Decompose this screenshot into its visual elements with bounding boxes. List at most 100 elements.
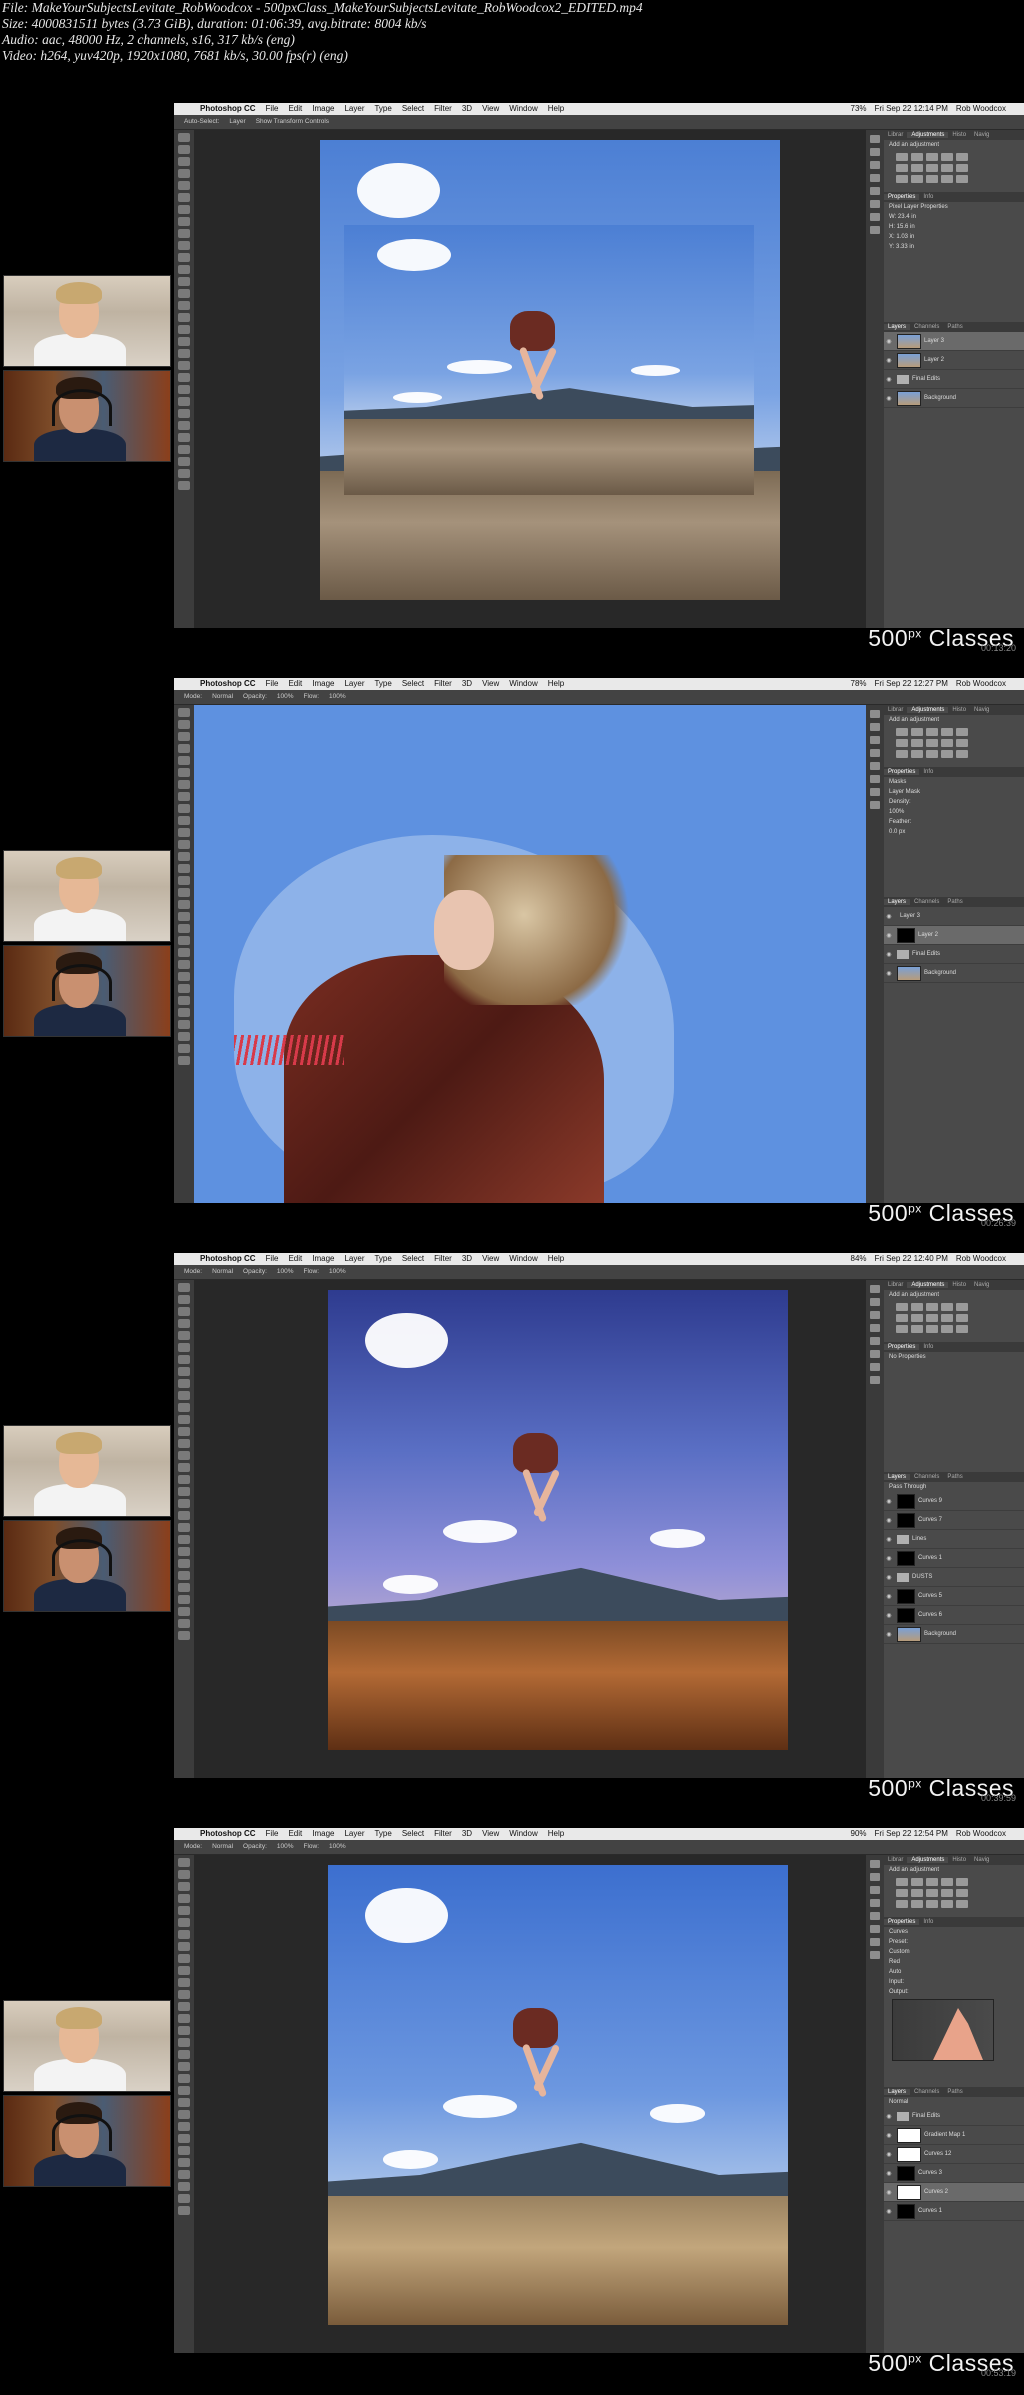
panel-toggle-icon[interactable] (870, 788, 880, 796)
tab-adjustments[interactable]: Adjustments (907, 132, 949, 138)
tool-icon[interactable] (178, 912, 190, 921)
tab-info[interactable]: Info (919, 1919, 937, 1925)
tool-icon[interactable] (178, 337, 190, 346)
tool-icon[interactable] (178, 169, 190, 178)
tool-icon[interactable] (178, 1511, 190, 1520)
adjustment-icon[interactable] (956, 175, 968, 183)
menu-view[interactable]: View (482, 1828, 499, 1840)
eye-icon[interactable]: ◉ (884, 338, 894, 345)
panel-toggle-icon[interactable] (870, 710, 880, 718)
eye-icon[interactable]: ◉ (884, 2113, 894, 2120)
adjustment-icon[interactable] (926, 175, 938, 183)
menu-select[interactable]: Select (402, 1828, 424, 1840)
user-name[interactable]: Rob Woodcox (956, 1828, 1006, 1840)
tool-icon[interactable] (178, 1008, 190, 1017)
layer-name[interactable]: Curves 1 (918, 2208, 942, 2214)
layer-name[interactable]: Layer 3 (924, 338, 944, 344)
layer-name[interactable]: DUSTS (912, 1574, 932, 1580)
tool-icon[interactable] (178, 1487, 190, 1496)
tab-properties[interactable]: Properties (884, 1344, 920, 1350)
adjustment-icon[interactable] (896, 1314, 908, 1322)
option-item[interactable]: Normal (212, 1843, 233, 1850)
menu-window[interactable]: Window (509, 103, 537, 115)
tool-icon[interactable] (178, 205, 190, 214)
tab-info[interactable]: Info (919, 769, 937, 775)
tool-icon[interactable] (178, 133, 190, 142)
panel-toggle-icon[interactable] (870, 775, 880, 783)
tab-histo[interactable]: Histo (948, 1857, 970, 1863)
layer-row[interactable]: ◉ Lines (884, 1530, 1024, 1549)
tab-channels[interactable]: Channels (910, 899, 943, 905)
tab-channels[interactable]: Channels (910, 324, 943, 330)
adjustment-icon[interactable] (911, 728, 923, 736)
menu-select[interactable]: Select (402, 1253, 424, 1265)
layer-row[interactable]: ◉ Curves 2 (884, 2183, 1024, 2202)
menu-file[interactable]: File (266, 103, 279, 115)
eye-icon[interactable]: ◉ (884, 376, 894, 383)
panel-toggle-icon[interactable] (870, 1951, 880, 1959)
menu-filter[interactable]: Filter (434, 103, 452, 115)
tool-icon[interactable] (178, 1906, 190, 1915)
eye-icon[interactable]: ◉ (884, 1555, 894, 1562)
eye-icon[interactable]: ◉ (884, 2189, 894, 2196)
option-item[interactable]: 100% (277, 1268, 294, 1275)
layer-row[interactable]: ◉ Final Edits (884, 370, 1024, 389)
tool-icon[interactable] (178, 289, 190, 298)
panel-toggle-icon[interactable] (870, 1860, 880, 1868)
panel-toggle-icon[interactable] (870, 801, 880, 809)
panel-toggle-icon[interactable] (870, 1873, 880, 1881)
panel-toggle-icon[interactable] (870, 1350, 880, 1358)
layer-name[interactable]: Curves 7 (918, 1517, 942, 1523)
tool-icon[interactable] (178, 1595, 190, 1604)
option-item[interactable]: Auto-Select: (184, 118, 219, 125)
layer-row[interactable]: ◉ Curves 12 (884, 2145, 1024, 2164)
tab-adjustments[interactable]: Adjustments (907, 1857, 949, 1863)
adjustment-icon[interactable] (956, 1303, 968, 1311)
adjustment-icon[interactable] (911, 1325, 923, 1333)
tool-icon[interactable] (178, 193, 190, 202)
tool-icon[interactable] (178, 1918, 190, 1927)
tool-icon[interactable] (178, 1331, 190, 1340)
panel-toggle-icon[interactable] (870, 1938, 880, 1946)
adjustment-icon[interactable] (926, 1325, 938, 1333)
adjustment-icon[interactable] (896, 164, 908, 172)
menu-help[interactable]: Help (548, 678, 564, 690)
adjustment-icon[interactable] (926, 1303, 938, 1311)
adjustment-icon[interactable] (926, 739, 938, 747)
menu-edit[interactable]: Edit (288, 103, 302, 115)
panel-toggle-icon[interactable] (870, 736, 880, 744)
adjustment-icon[interactable] (956, 739, 968, 747)
eye-icon[interactable]: ◉ (884, 913, 894, 920)
adjustment-icon[interactable] (956, 1900, 968, 1908)
tool-icon[interactable] (178, 2110, 190, 2119)
adjustment-icon[interactable] (941, 1325, 953, 1333)
menu-filter[interactable]: Filter (434, 1253, 452, 1265)
property-field[interactable]: Y: 3.33 in (884, 242, 1024, 252)
option-item[interactable]: Flow: (304, 1843, 320, 1850)
menu-type[interactable]: Type (374, 1828, 391, 1840)
menu-select[interactable]: Select (402, 103, 424, 115)
menu-layer[interactable]: Layer (344, 103, 364, 115)
adjustment-icon[interactable] (896, 728, 908, 736)
user-name[interactable]: Rob Woodcox (956, 103, 1006, 115)
tool-icon[interactable] (178, 984, 190, 993)
tool-icon[interactable] (178, 2158, 190, 2167)
menu-image[interactable]: Image (312, 678, 334, 690)
menu-3d[interactable]: 3D (462, 678, 472, 690)
tool-icon[interactable] (178, 1631, 190, 1640)
tool-icon[interactable] (178, 1283, 190, 1292)
eye-icon[interactable]: ◉ (884, 951, 894, 958)
tool-icon[interactable] (178, 780, 190, 789)
tool-icon[interactable] (178, 313, 190, 322)
tool-icon[interactable] (178, 756, 190, 765)
tool-icon[interactable] (178, 421, 190, 430)
tab-layers[interactable]: Layers (884, 1474, 911, 1480)
option-item[interactable]: Flow: (304, 693, 320, 700)
tool-icon[interactable] (178, 229, 190, 238)
layer-name[interactable]: Curves 12 (924, 2151, 951, 2157)
tool-icon[interactable] (178, 1954, 190, 1963)
layer-name[interactable]: Background (924, 970, 956, 976)
tool-icon[interactable] (178, 1499, 190, 1508)
menu-help[interactable]: Help (548, 1253, 564, 1265)
tool-icon[interactable] (178, 804, 190, 813)
